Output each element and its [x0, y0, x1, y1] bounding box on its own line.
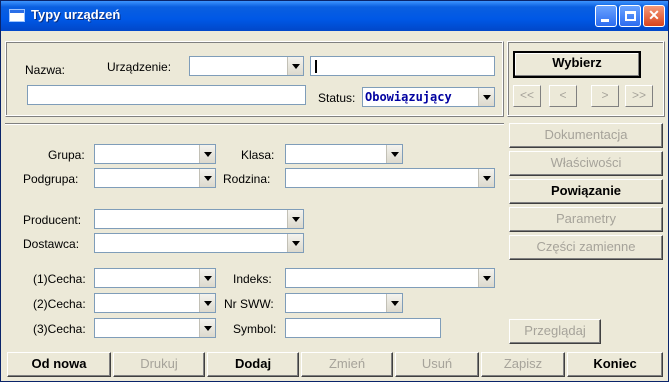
maximize-button[interactable]: [619, 5, 641, 27]
grupa-combo[interactable]: [94, 144, 216, 164]
klasa-combo[interactable]: [285, 144, 403, 164]
dropdown-arrow-icon[interactable]: [287, 234, 303, 252]
cecha2-combo[interactable]: [94, 293, 216, 313]
czesci-zamienne-button[interactable]: Części zamienne: [509, 235, 663, 260]
window: Typy urządzeń ✕ Nazwa: Urządzenie: Statu…: [0, 0, 669, 382]
dropdown-arrow-icon[interactable]: [386, 145, 402, 163]
podgrupa-combo[interactable]: [94, 168, 216, 188]
dodaj-button[interactable]: Dodaj: [207, 352, 299, 377]
dropdown-arrow-icon[interactable]: [199, 319, 215, 337]
urzadzenie-label: Urządzenie:: [107, 60, 172, 74]
nav-last-button[interactable]: >>: [625, 85, 653, 107]
symbol-label: Symbol:: [233, 322, 277, 336]
dropdown-arrow-icon[interactable]: [386, 294, 402, 312]
producent-combo[interactable]: [94, 209, 304, 229]
title-bar[interactable]: Typy urządzeń ✕: [1, 1, 668, 31]
nr-sww-combo[interactable]: [285, 293, 403, 313]
indeks-label: Indeks:: [233, 272, 272, 286]
search-input[interactable]: [310, 56, 495, 76]
wybierz-button[interactable]: Wybierz: [513, 51, 641, 78]
dropdown-arrow-icon[interactable]: [199, 294, 215, 312]
podgrupa-label: Podgrupa:: [23, 172, 79, 186]
text-caret: [315, 60, 317, 73]
producent-label: Producent:: [23, 213, 82, 227]
maximize-icon: [625, 11, 636, 21]
nav-first-button[interactable]: <<: [513, 85, 541, 107]
window-title: Typy urządzeń: [31, 7, 121, 22]
status-label: Status:: [318, 91, 356, 105]
minimize-button[interactable]: [595, 5, 617, 27]
urzadzenie-combo[interactable]: [189, 56, 304, 76]
cecha3-combo[interactable]: [94, 318, 216, 338]
wlasciwosci-button[interactable]: Właściwości: [509, 151, 663, 176]
window-icon: [9, 9, 25, 22]
rodzina-label: Rodzina:: [223, 172, 271, 186]
dropdown-arrow-icon[interactable]: [287, 210, 303, 228]
cecha2-label: (2)Cecha:: [33, 297, 86, 311]
status-value: Obowiązujący: [365, 90, 452, 104]
dropdown-arrow-icon[interactable]: [478, 269, 494, 287]
separator: [5, 123, 504, 125]
dropdown-arrow-icon[interactable]: [199, 169, 215, 187]
close-icon: ✕: [648, 7, 660, 23]
dostawca-combo[interactable]: [94, 233, 304, 253]
dropdown-arrow-icon[interactable]: [287, 57, 303, 75]
cecha1-combo[interactable]: [94, 268, 216, 288]
klasa-label: Klasa:: [241, 148, 275, 162]
status-combo[interactable]: Obowiązujący: [362, 87, 495, 107]
usun-button[interactable]: Usuń: [395, 352, 479, 377]
grupa-label: Grupa:: [48, 148, 85, 162]
zmien-button[interactable]: Zmień: [301, 352, 393, 377]
indeks-combo[interactable]: [285, 268, 495, 288]
rodzina-combo[interactable]: [285, 168, 495, 188]
powiazanie-button[interactable]: Powiązanie: [509, 179, 663, 204]
nazwa-label: Nazwa:: [25, 63, 66, 77]
nav-prev-button[interactable]: <: [549, 85, 577, 107]
dropdown-arrow-icon[interactable]: [199, 145, 215, 163]
od-nowa-button[interactable]: Od nowa: [7, 352, 111, 377]
dropdown-arrow-icon[interactable]: [478, 88, 494, 106]
cecha1-label: (1)Cecha:: [33, 272, 86, 286]
nazwa-input[interactable]: [27, 85, 306, 105]
dropdown-arrow-icon[interactable]: [478, 169, 494, 187]
przegladaj-button[interactable]: Przeglądaj: [509, 319, 601, 344]
parametry-button[interactable]: Parametry: [509, 207, 663, 232]
cecha3-label: (3)Cecha:: [33, 322, 86, 336]
minimize-icon: [601, 19, 609, 22]
nr-sww-label: Nr SWW:: [224, 297, 274, 311]
dokumentacja-button[interactable]: Dokumentacja: [509, 123, 663, 148]
symbol-input[interactable]: [285, 318, 441, 338]
dostawca-label: Dostawca:: [23, 237, 80, 251]
zapisz-button[interactable]: Zapisz: [481, 352, 565, 377]
close-button[interactable]: ✕: [643, 5, 665, 27]
drukuj-button[interactable]: Drukuj: [113, 352, 205, 377]
nav-next-button[interactable]: >: [591, 85, 619, 107]
dropdown-arrow-icon[interactable]: [199, 269, 215, 287]
koniec-button[interactable]: Koniec: [567, 352, 663, 377]
